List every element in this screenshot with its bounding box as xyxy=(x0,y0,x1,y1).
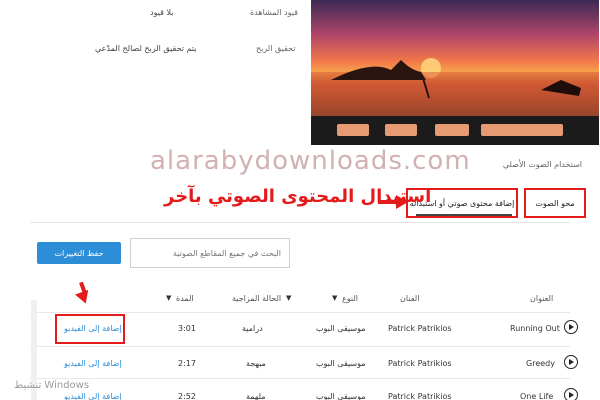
monetization-value: يتم تحقيق الربح لصالح المدّعي xyxy=(95,44,197,53)
active-tab-underline xyxy=(416,214,512,216)
track-duration: 2:17 xyxy=(178,359,196,368)
sort-down-icon[interactable]: ▼ xyxy=(286,294,291,302)
track-artist: Patrick Patrikios xyxy=(388,359,452,368)
track-mood: مبهجة xyxy=(246,359,266,368)
table-row-line xyxy=(30,346,570,347)
track-mood: ملهمة xyxy=(246,392,266,400)
track-title: Greedy xyxy=(526,359,555,368)
audio-search-input[interactable] xyxy=(130,238,290,268)
add-to-video-link[interactable]: إضافة إلى الفيديو xyxy=(64,392,122,400)
track-duration: 2:52 xyxy=(178,392,196,400)
table-header-line xyxy=(30,312,570,313)
original-audio-label: استخدام الصوت الأصلي xyxy=(502,160,582,169)
annotation-text: استبدال المحتوى الصوتي بآخر xyxy=(164,186,432,207)
play-icon[interactable] xyxy=(564,320,578,334)
column-header-artist[interactable]: الفنان xyxy=(400,294,419,303)
player-button[interactable] xyxy=(385,124,417,136)
activate-windows-text: تنشيط Windows xyxy=(14,380,90,391)
video-thumbnail xyxy=(311,0,599,116)
table-row-line xyxy=(30,378,570,379)
column-header-mood[interactable]: الحالة المزاجية xyxy=(232,294,281,303)
track-title: Running Out xyxy=(510,324,560,333)
play-icon[interactable] xyxy=(564,388,578,400)
track-title: One Life xyxy=(520,392,554,400)
video-preview[interactable] xyxy=(311,0,599,145)
track-genre: موسيقى البوب xyxy=(316,324,366,333)
track-mood: درامية xyxy=(242,324,263,333)
watermark-text: alarabydownloads.com xyxy=(150,146,471,176)
annotation-arrow-down-icon xyxy=(75,282,89,304)
column-header-duration[interactable]: المدة xyxy=(176,294,194,303)
track-artist: Patrick Patrikios xyxy=(388,324,452,333)
restrictions-value: بلا قيود xyxy=(150,8,174,17)
tab-remove-audio[interactable]: محو الصوت xyxy=(524,188,586,218)
sort-down-icon[interactable]: ▼ xyxy=(166,294,171,302)
player-button[interactable] xyxy=(337,124,369,136)
track-genre: موسيقى البوب xyxy=(316,359,366,368)
column-header-title[interactable]: العنوان xyxy=(530,294,553,303)
player-button[interactable] xyxy=(481,124,563,136)
restrictions-label: قيود المشاهدة xyxy=(250,8,298,17)
save-changes-button[interactable]: حفظ التغييرات xyxy=(37,242,121,264)
sort-down-icon[interactable]: ▼ xyxy=(332,294,337,302)
play-icon[interactable] xyxy=(564,355,578,369)
annotation-highlight-box xyxy=(55,314,125,344)
monetization-label: تحقيق الربح xyxy=(256,44,296,53)
add-to-video-link[interactable]: إضافة إلى الفيديو xyxy=(64,359,122,368)
track-genre: موسيقى البوب xyxy=(316,392,366,400)
track-duration: 3:01 xyxy=(178,324,196,333)
section-divider xyxy=(30,222,570,223)
player-button[interactable] xyxy=(435,124,469,136)
column-header-genre[interactable]: النوع xyxy=(342,294,358,303)
track-artist: Patrick Patrikios xyxy=(388,392,452,400)
